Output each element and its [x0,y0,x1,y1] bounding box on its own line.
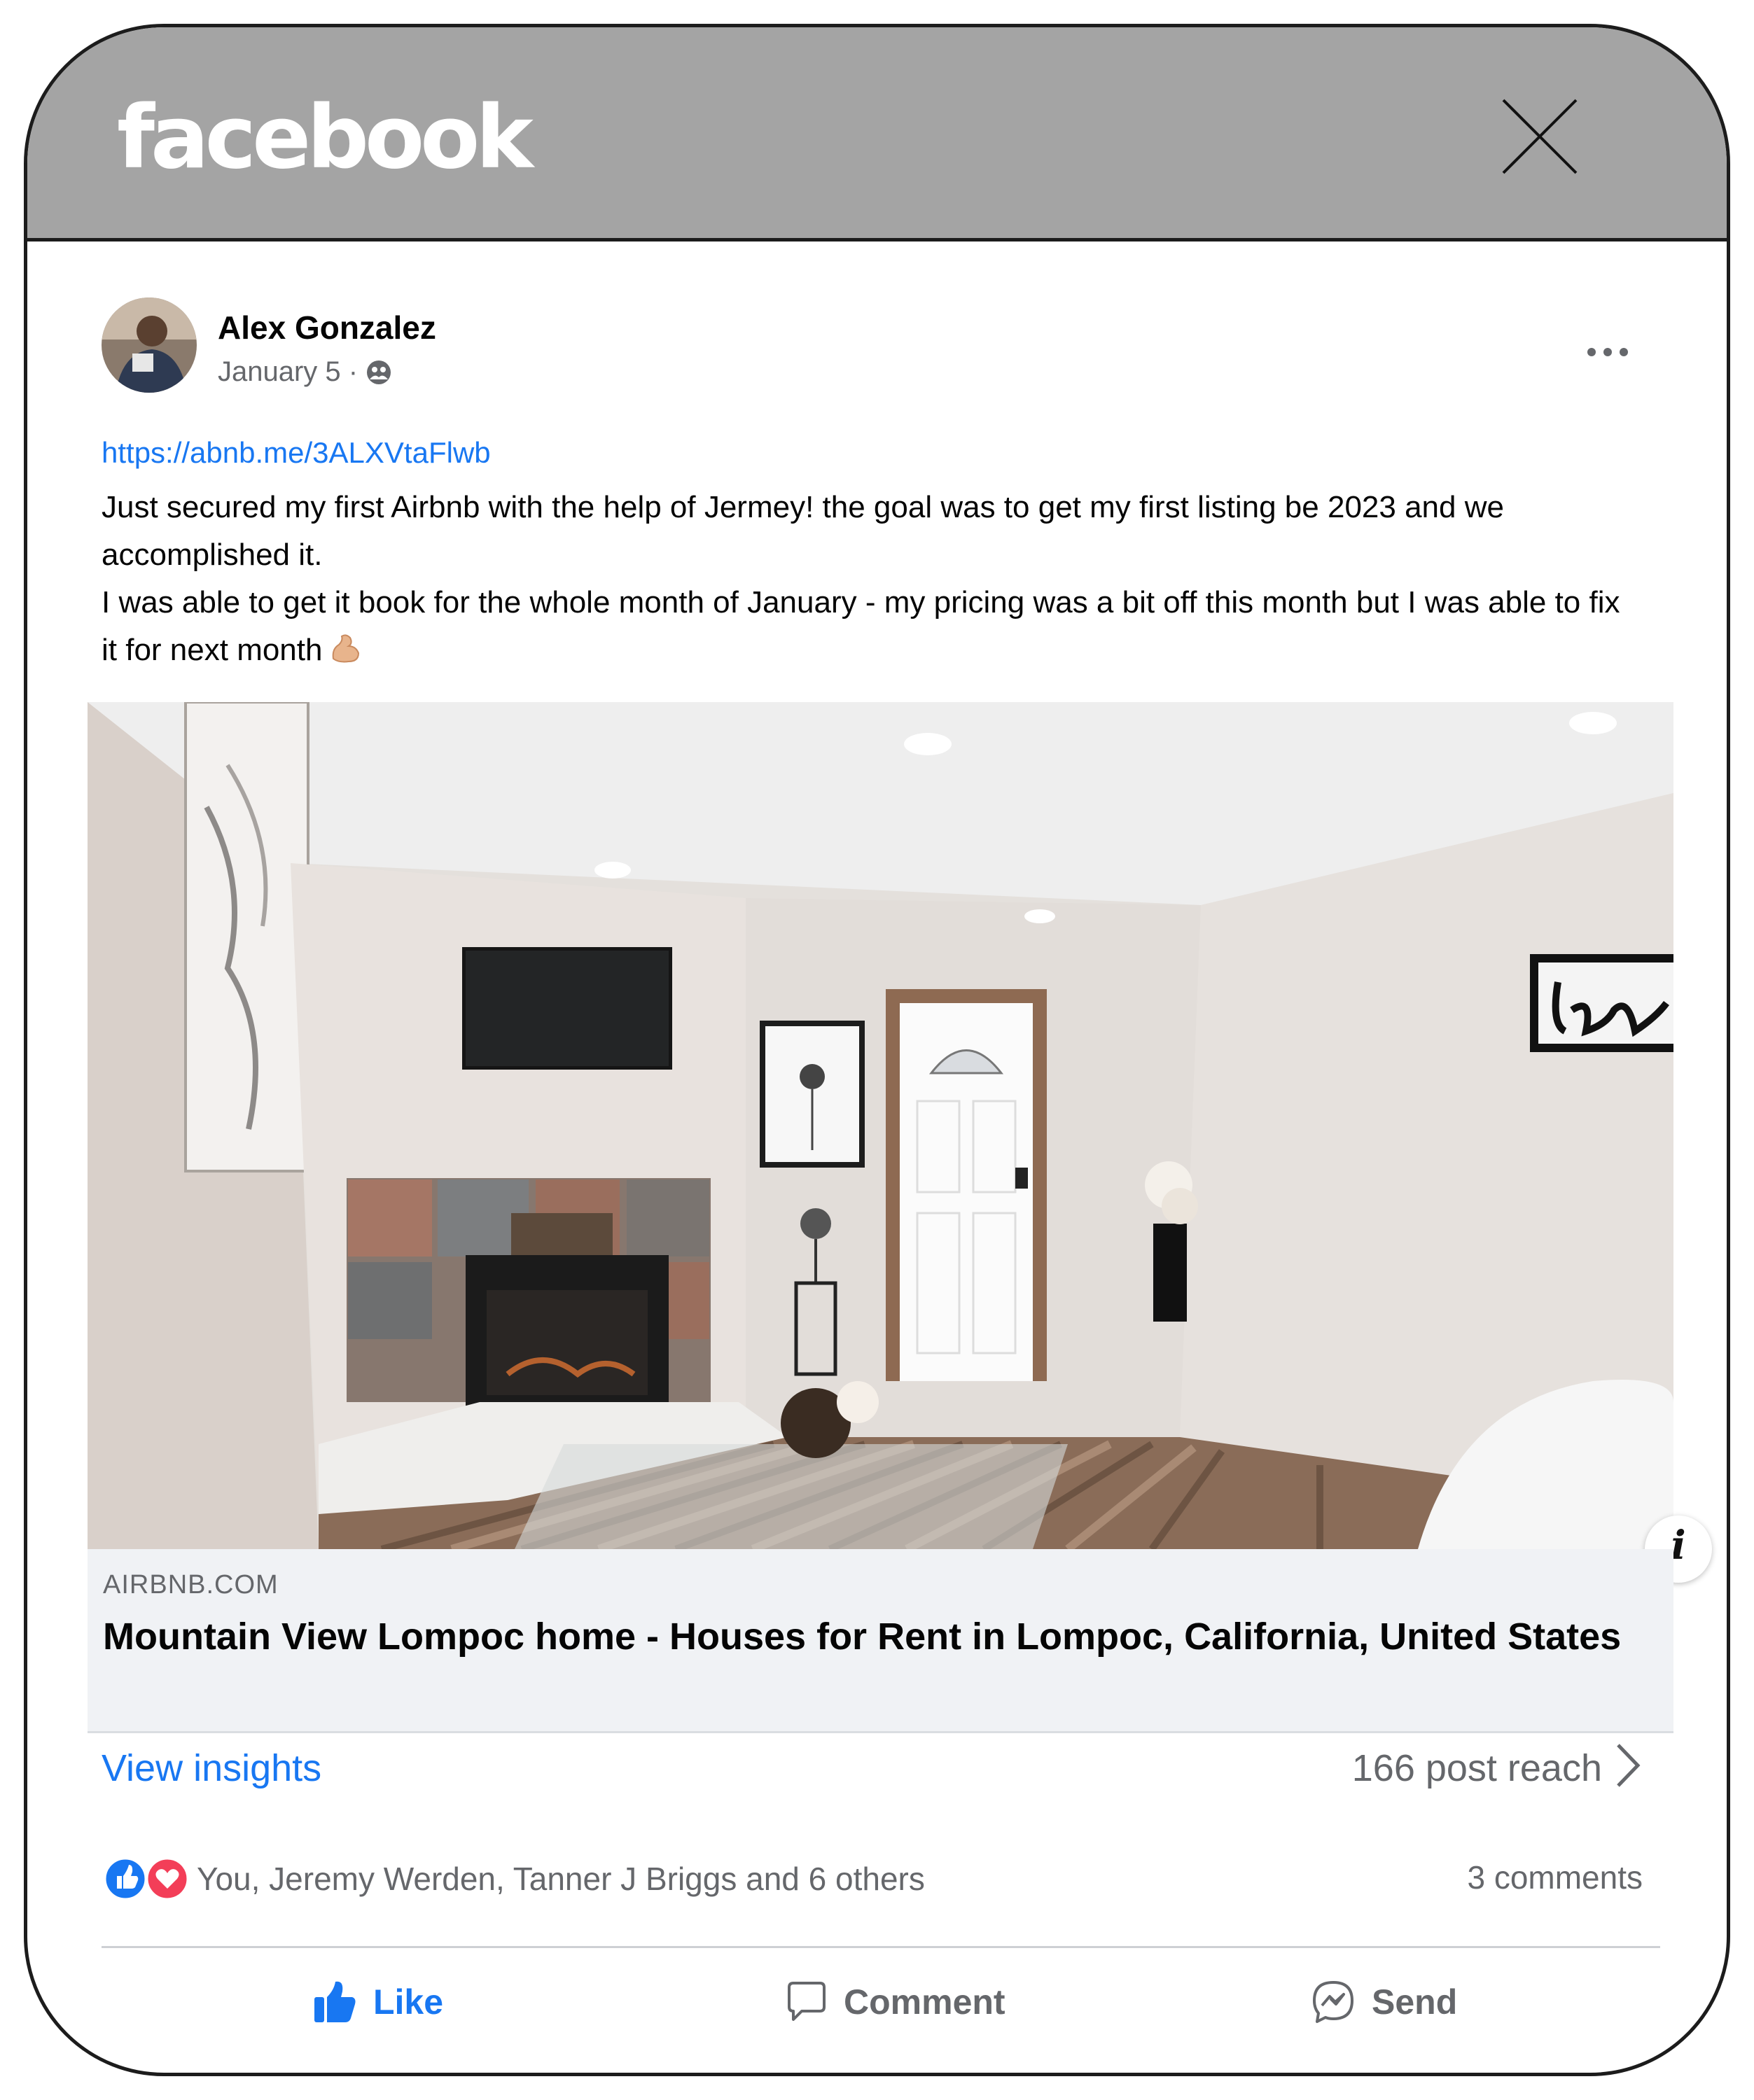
link-domain: AIRBNB.COM [103,1570,279,1600]
send-label: Send [1372,1982,1458,2022]
post-paragraph: Just secured my first Airbnb with the he… [102,490,1504,572]
reactor-names[interactable]: You, Jeremy Werden, Tanner J Briggs and … [197,1860,925,1898]
link-preview-card[interactable]: i AIRBNB.COM Mountain View Lompoc home -… [88,702,1712,1733]
more-options-icon[interactable] [1583,340,1632,365]
listing-link[interactable]: https://abnb.me/3ALXVtaFlwb [102,436,491,470]
like-button[interactable]: Like [312,1956,443,2047]
like-label: Like [373,1982,444,2022]
reaction-icons [102,1856,190,1902]
action-bar: Like Comment Send [102,1956,1660,2047]
comment-icon [788,1982,826,2021]
facebook-logo: facebook [117,88,534,188]
listing-photo[interactable] [88,702,1673,1549]
link-title: Mountain View Lompoc home - Houses for R… [103,1616,1622,1658]
comment-label: Comment [844,1982,1005,2022]
thumbs-up-icon [314,1981,356,2022]
close-icon[interactable] [1498,94,1582,178]
post-date[interactable]: January 5 · [218,356,358,388]
post: Alex Gonzalez January 5 · https://abnb.m… [27,241,1727,2073]
post-paragraph: I was able to get it book for the whole … [102,579,1642,674]
comments-count[interactable]: 3 comments [1467,1858,1643,1896]
divider [102,1946,1660,1948]
avatar[interactable] [102,298,197,393]
post-meta: January 5 · [218,356,393,388]
post-text: Just secured my first Airbnb with the he… [102,484,1642,674]
link-caption[interactable]: AIRBNB.COM Mountain View Lompoc home - H… [88,1549,1673,1733]
post-window: facebook Alex Gonzalez January 5 · https… [24,24,1730,2076]
friends-icon [367,360,391,384]
view-insights-link[interactable]: View insights [102,1746,321,1790]
post-reach[interactable]: 166 post reach [1352,1746,1602,1790]
send-button[interactable]: Send [1310,1956,1457,2047]
comment-button[interactable]: Comment [785,1956,1005,2047]
reactions-summary[interactable]: You, Jeremy Werden, Tanner J Briggs and … [102,1855,925,1903]
header-bar: facebook [27,27,1727,241]
chevron-right-icon[interactable] [1610,1741,1645,1790]
flexed-biceps-emoji [333,634,360,663]
messenger-icon [1313,1981,1353,2023]
author-name[interactable]: Alex Gonzalez [218,309,436,346]
